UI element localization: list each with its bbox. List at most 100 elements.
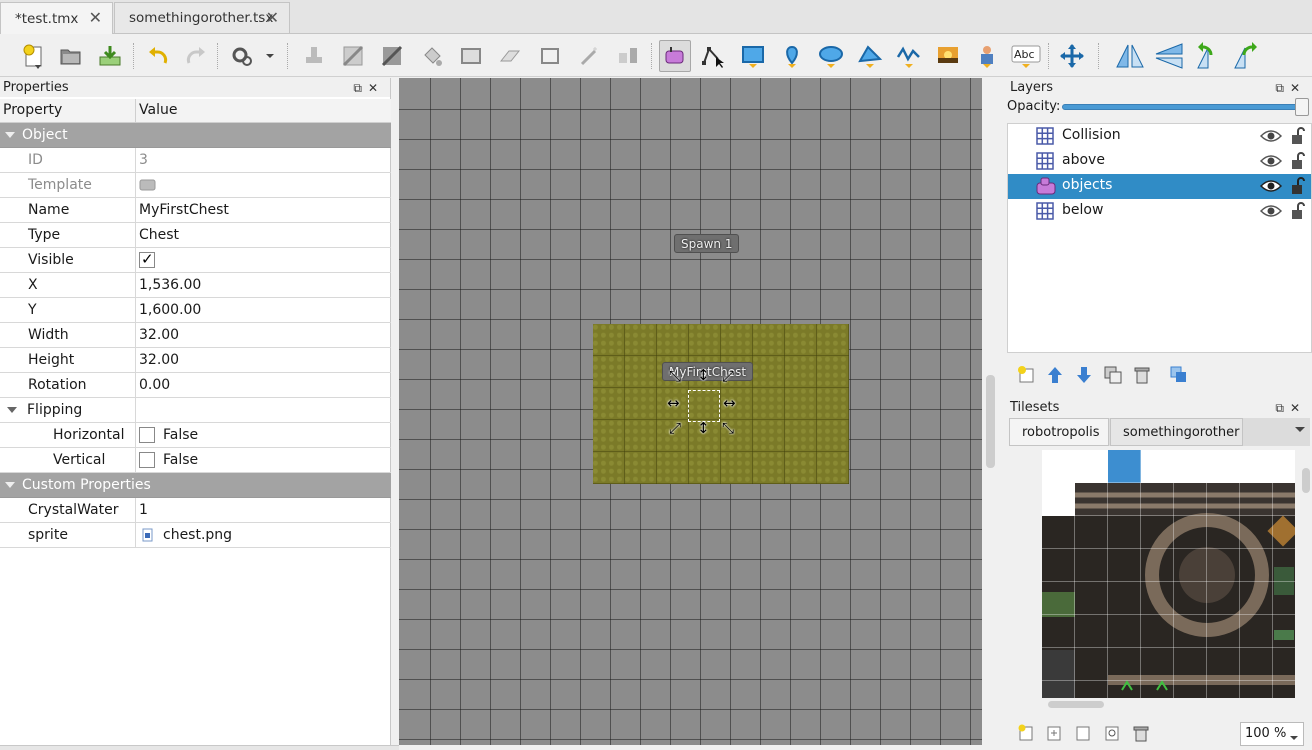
property-row-vertical[interactable]: Vertical False [0, 448, 391, 473]
duplicate-layer-icon[interactable] [1103, 365, 1123, 389]
layer-row-objects[interactable]: objects [1008, 174, 1311, 199]
zoom-select[interactable]: 100 % [1240, 722, 1304, 746]
insert-polygon-icon[interactable] [854, 40, 886, 72]
export-tileset-icon[interactable] [1074, 724, 1092, 746]
insert-point-icon[interactable] [776, 40, 808, 72]
rect-select-icon[interactable] [534, 40, 566, 72]
group-object[interactable]: Object [0, 123, 391, 148]
horizontal-checkbox[interactable] [139, 427, 155, 443]
resize-handle-w[interactable]: ↔ [667, 396, 680, 411]
unlock-icon[interactable] [1290, 202, 1306, 224]
unlock-icon[interactable] [1290, 127, 1306, 149]
tab-robotropolis[interactable]: robotropolis [1009, 418, 1109, 446]
rotate-right-icon[interactable] [1231, 40, 1263, 72]
commands-icon[interactable] [228, 40, 276, 72]
column-header-value[interactable]: Value [139, 102, 177, 118]
close-icon[interactable]: ✕ [89, 10, 102, 26]
tile-offset-icon[interactable] [1056, 40, 1088, 72]
close-icon[interactable]: ✕ [1290, 401, 1306, 415]
insert-template-icon[interactable] [971, 40, 1003, 72]
eye-icon[interactable] [1259, 178, 1283, 198]
insert-polyline-icon[interactable] [893, 40, 925, 72]
wang-brush-icon[interactable] [376, 40, 408, 72]
resize-handle-nw[interactable]: ⤡ [669, 369, 681, 384]
float-panel-icon[interactable]: ⧉ [353, 81, 368, 95]
vertical-checkbox[interactable] [139, 452, 155, 468]
property-row-type[interactable]: Type Chest [0, 223, 391, 248]
resize-handle-n[interactable]: ↕ [697, 368, 710, 383]
shape-fill-icon[interactable] [455, 40, 487, 72]
resize-handle-se[interactable]: ⤡ [722, 421, 734, 436]
flip-vertical-icon[interactable] [1153, 40, 1185, 72]
width-field[interactable]: 32.00 [139, 323, 179, 347]
rotate-left-icon[interactable] [1192, 40, 1224, 72]
show-hide-other-layers-icon[interactable] [1169, 365, 1189, 389]
group-custom-properties[interactable]: Custom Properties [0, 473, 391, 498]
name-field[interactable]: MyFirstChest [139, 198, 229, 222]
tileset-vertical-scrollbar[interactable] [1300, 450, 1312, 698]
open-icon[interactable] [55, 40, 87, 72]
chevron-down-icon[interactable] [5, 132, 15, 138]
visible-checkbox[interactable] [139, 250, 155, 268]
close-icon[interactable]: ✕ [368, 81, 384, 95]
property-row-width[interactable]: Width 32.00 [0, 323, 391, 348]
lower-layer-icon[interactable] [1074, 365, 1094, 389]
select-same-tile-icon[interactable] [612, 40, 644, 72]
chevron-down-icon[interactable] [7, 407, 17, 413]
undo-icon[interactable] [142, 40, 174, 72]
chevron-down-icon[interactable] [1294, 423, 1306, 439]
tab-test-tmx[interactable]: *test.tmx ✕ [0, 2, 113, 34]
new-tileset-icon[interactable] [1017, 724, 1035, 746]
bucket-fill-icon[interactable] [416, 40, 448, 72]
raise-layer-icon[interactable] [1045, 365, 1065, 389]
resize-handle-sw[interactable]: ⤢ [669, 421, 681, 436]
tab-somethingorother[interactable]: somethingorother [1110, 418, 1243, 446]
chevron-down-icon[interactable] [5, 482, 15, 488]
property-row-y[interactable]: Y 1,600.00 [0, 298, 391, 323]
select-objects-icon[interactable] [659, 40, 691, 72]
map-vertical-scrollbar[interactable] [986, 375, 995, 468]
property-row-rotation[interactable]: Rotation 0.00 [0, 373, 391, 398]
redo-icon[interactable] [180, 40, 212, 72]
rotation-field[interactable]: 0.00 [139, 373, 170, 397]
resize-handle-s[interactable]: ↕ [697, 421, 710, 436]
tileset-view[interactable] [1042, 450, 1295, 698]
edit-tileset-icon[interactable] [1103, 724, 1121, 746]
insert-rectangle-icon[interactable] [737, 40, 769, 72]
stamp-brush-icon[interactable] [298, 40, 330, 72]
x-field[interactable]: 1,536.00 [139, 273, 201, 297]
layer-row-below[interactable]: below [1008, 199, 1311, 224]
insert-text-icon[interactable]: Abc [1010, 40, 1042, 72]
terrain-brush-icon[interactable] [337, 40, 369, 72]
height-field[interactable]: 32.00 [139, 348, 179, 372]
save-icon[interactable] [94, 40, 126, 72]
map-canvas[interactable]: Spawn 1 MyFirstChest ⤡ ↕ ⤢ ↔ ↔ ⤢ ↕ ⤡ [399, 78, 982, 745]
y-field[interactable]: 1,600.00 [139, 298, 201, 322]
insert-ellipse-icon[interactable] [815, 40, 847, 72]
tileset-horizontal-scrollbar[interactable] [1042, 698, 1295, 710]
property-row-x[interactable]: X 1,536.00 [0, 273, 391, 298]
sprite-field[interactable]: chest.png [163, 523, 232, 547]
resize-handle-e[interactable]: ↔ [723, 396, 736, 411]
unlock-icon[interactable] [1290, 152, 1306, 174]
column-header-property[interactable]: Property [3, 102, 62, 118]
property-row-height[interactable]: Height 32.00 [0, 348, 391, 373]
float-panel-icon[interactable]: ⧉ [1275, 81, 1290, 95]
property-row-visible[interactable]: Visible [0, 248, 391, 273]
layer-row-above[interactable]: above [1008, 149, 1311, 174]
eye-icon[interactable] [1259, 203, 1283, 223]
property-row-sprite[interactable]: sprite chest.png [0, 523, 391, 548]
new-layer-icon[interactable] [1017, 365, 1037, 389]
property-row-flipping[interactable]: Flipping [0, 398, 391, 423]
property-row-crystalwater[interactable]: CrystalWater 1 [0, 498, 391, 523]
spawn-object-label[interactable]: Spawn 1 [674, 234, 740, 253]
new-map-icon[interactable] [18, 40, 50, 72]
property-row-name[interactable]: Name MyFirstChest [0, 198, 391, 223]
close-icon[interactable]: ✕ [266, 10, 279, 26]
float-panel-icon[interactable]: ⧉ [1275, 401, 1290, 415]
type-field[interactable]: Chest [139, 223, 179, 247]
property-row-horizontal[interactable]: Horizontal False [0, 423, 391, 448]
eye-icon[interactable] [1259, 128, 1283, 148]
magic-wand-icon[interactable] [573, 40, 605, 72]
eye-icon[interactable] [1259, 153, 1283, 173]
